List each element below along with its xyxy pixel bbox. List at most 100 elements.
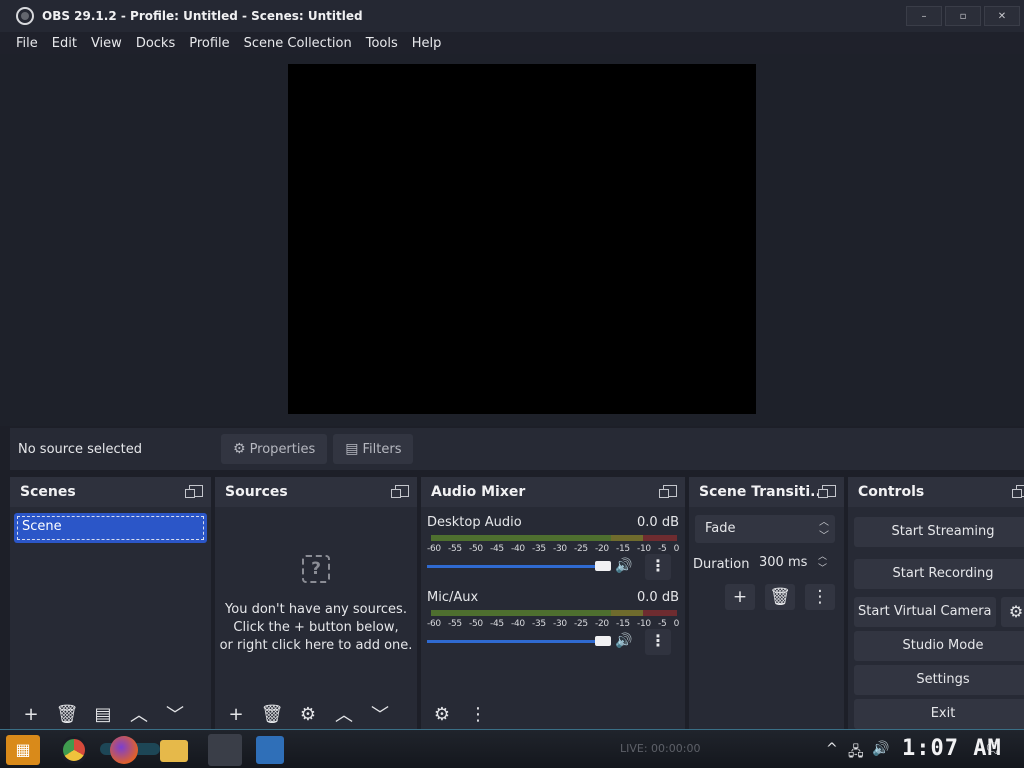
- channel-menu-button[interactable]: ⋮: [645, 629, 671, 655]
- tick-label: -40: [511, 544, 525, 554]
- more-vertical-icon: ⋮: [650, 631, 666, 650]
- menu-docks[interactable]: Docks: [129, 36, 182, 51]
- menu-scene-collection[interactable]: Scene Collection: [237, 36, 359, 51]
- maximize-button[interactable]: ▫: [945, 6, 981, 26]
- tick-label: -25: [574, 619, 588, 629]
- duration-spinbox[interactable]: 300 ms ︿ ﹀: [751, 549, 835, 577]
- folder-icon[interactable]: [160, 740, 188, 762]
- slider-handle[interactable]: [595, 561, 611, 571]
- undock-icon[interactable]: [1012, 485, 1024, 498]
- spin-arrows-icon[interactable]: ︿ ﹀: [818, 551, 827, 575]
- start-icon: ▦: [15, 740, 31, 759]
- app-icon[interactable]: [256, 736, 284, 764]
- tick-label: -15: [616, 619, 630, 629]
- transition-menu-button[interactable]: ⋮: [805, 584, 835, 610]
- add-scene-button[interactable]: +: [16, 701, 46, 727]
- exit-button[interactable]: Exit: [854, 699, 1024, 729]
- empty-line-2: Click the + button below,: [233, 620, 399, 635]
- slider-handle[interactable]: [595, 636, 611, 646]
- volume-meter: [431, 610, 677, 616]
- minimize-button[interactable]: –: [906, 6, 942, 26]
- channel-menu-button[interactable]: ⋮: [645, 554, 671, 580]
- filters-button[interactable]: ▤ Filters: [333, 434, 414, 464]
- transition-selected: Fade: [705, 521, 736, 536]
- move-scene-down-button[interactable]: ﹀: [160, 701, 190, 727]
- menu-view[interactable]: View: [84, 36, 129, 51]
- duration-label: Duration: [693, 557, 750, 572]
- tick-label: -50: [469, 619, 483, 629]
- network-icon[interactable]: 🖧: [848, 741, 864, 765]
- start-button[interactable]: ▦: [6, 735, 40, 765]
- undock-icon[interactable]: [391, 485, 409, 498]
- chevron-down-icon: ﹀: [166, 705, 184, 726]
- menu-edit[interactable]: Edit: [45, 36, 84, 51]
- undock-icon[interactable]: [659, 485, 677, 498]
- start-streaming-button[interactable]: Start Streaming: [854, 517, 1024, 547]
- scenes-dock: Scenes Scene + 🗑 ▤ ︿ ﹀: [10, 477, 211, 729]
- move-scene-up-button[interactable]: ︿: [124, 701, 154, 727]
- volume-meter: [431, 535, 677, 541]
- preview-canvas[interactable]: [288, 64, 756, 414]
- studio-mode-button[interactable]: Studio Mode: [854, 631, 1024, 661]
- notification-icon[interactable]: 🗨: [984, 741, 1002, 757]
- menu-file[interactable]: File: [9, 36, 45, 51]
- scene-transitions-body: Fade ︿ ﹀ Duration 300 ms ︿ ﹀ + 🗑 ⋮: [689, 507, 844, 729]
- sources-title: Sources: [225, 484, 288, 500]
- add-transition-button[interactable]: +: [725, 584, 755, 610]
- tick-label: 0: [673, 619, 680, 629]
- controls-dock: Controls Start Streaming Start Recording…: [848, 477, 1024, 729]
- speaker-icon[interactable]: 🔊: [615, 633, 632, 649]
- start-recording-button[interactable]: Start Recording: [854, 559, 1024, 589]
- advanced-audio-button[interactable]: ⚙: [427, 701, 457, 727]
- controls-body: Start Streaming Start Recording Start Vi…: [848, 507, 1024, 729]
- tick-label: -35: [532, 544, 546, 554]
- settings-button[interactable]: Settings: [854, 665, 1024, 695]
- remove-source-button[interactable]: 🗑: [257, 701, 287, 727]
- chevron-up-icon[interactable]: ^: [826, 741, 838, 757]
- channel-name: Desktop Audio: [427, 515, 522, 530]
- sources-list[interactable]: ? You don't have any sources. Click the …: [215, 507, 417, 729]
- tick-label: -20: [595, 619, 609, 629]
- obs-taskbar-icon[interactable]: [208, 734, 242, 766]
- volume-slider[interactable]: [427, 561, 611, 571]
- firefox-icon[interactable]: [110, 736, 138, 764]
- speaker-icon[interactable]: 🔊: [872, 741, 889, 757]
- menu-profile[interactable]: Profile: [182, 36, 236, 51]
- menu-help[interactable]: Help: [405, 36, 449, 51]
- speaker-icon[interactable]: 🔊: [615, 558, 632, 574]
- empty-line-1: You don't have any sources.: [225, 602, 407, 617]
- volume-slider[interactable]: [427, 636, 611, 646]
- chevron-down-icon: ﹀: [371, 705, 389, 726]
- move-source-down-button[interactable]: ﹀: [365, 701, 395, 727]
- chrome-icon[interactable]: [60, 736, 88, 764]
- transition-select[interactable]: Fade ︿ ﹀: [695, 515, 835, 543]
- move-source-up-button[interactable]: ︿: [329, 701, 359, 727]
- tick-label: -45: [490, 544, 504, 554]
- add-source-button[interactable]: +: [221, 701, 251, 727]
- properties-button[interactable]: ⚙ Properties: [221, 434, 328, 464]
- trash-icon: 🗑: [260, 703, 284, 725]
- start-virtual-camera-button[interactable]: Start Virtual Camera: [854, 597, 996, 627]
- virtual-camera-settings-button[interactable]: ⚙: [1001, 597, 1024, 627]
- source-properties-button[interactable]: ⚙: [293, 701, 323, 727]
- question-icon: ?: [302, 555, 330, 583]
- close-button[interactable]: ✕: [984, 6, 1020, 26]
- tick-label: -20: [595, 544, 609, 554]
- remove-transition-button[interactable]: 🗑: [765, 584, 795, 610]
- tick-label: -5: [658, 544, 667, 554]
- undock-icon[interactable]: [818, 485, 836, 498]
- more-vertical-icon: ⋮: [469, 703, 487, 725]
- tick-label: -35: [532, 619, 546, 629]
- menu-tools[interactable]: Tools: [359, 36, 405, 51]
- audio-mixer-header: Audio Mixer: [421, 477, 685, 507]
- channel-name: Mic/Aux: [427, 590, 479, 605]
- undock-icon[interactable]: [185, 485, 203, 498]
- mixer-menu-button[interactable]: ⋮: [463, 701, 493, 727]
- list-item[interactable]: Scene: [14, 513, 207, 543]
- gear-icon: ⚙: [233, 441, 246, 457]
- remove-scene-button[interactable]: 🗑: [52, 701, 82, 727]
- audio-mixer-title: Audio Mixer: [431, 484, 526, 500]
- tick-label: 0: [673, 544, 680, 554]
- scene-filters-button[interactable]: ▤: [88, 701, 118, 727]
- tick-label: -60: [427, 544, 441, 554]
